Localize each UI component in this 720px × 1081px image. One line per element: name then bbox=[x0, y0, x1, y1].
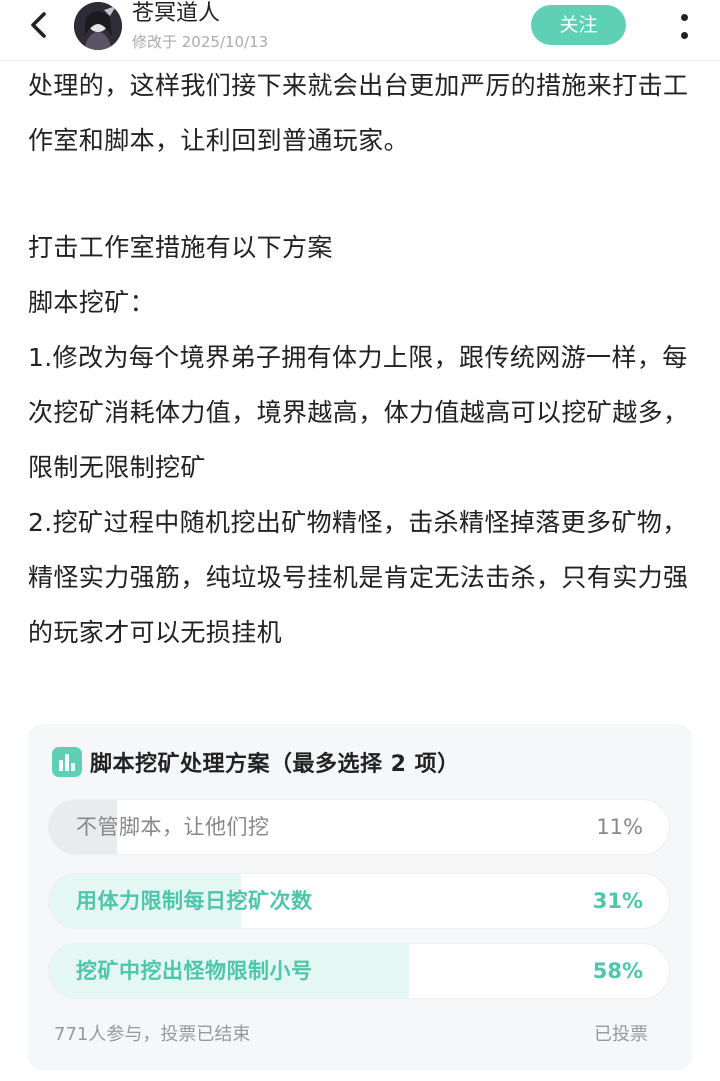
more-button[interactable] bbox=[672, 8, 698, 44]
chevron-left-icon bbox=[31, 12, 46, 38]
article-body: 处理的，这样我们接下来就会出台更加严厉的措施来打击工作室和脚本，让利回到普通玩家… bbox=[28, 58, 694, 660]
author-name[interactable]: 苍冥道人 bbox=[132, 0, 220, 28]
poll-option-label: 用体力限制每日挖矿次数 bbox=[76, 889, 313, 913]
poll-option[interactable]: 用体力限制每日挖矿次数 31% bbox=[48, 873, 670, 929]
article-paragraph: 2.挖矿过程中随机挖出矿物精怪，击杀精怪掉落更多矿物，精怪实力强筋，纯垃圾号挂机… bbox=[28, 508, 689, 647]
poll-option-percent: 58% bbox=[592, 959, 643, 983]
poll-option-percent: 11% bbox=[596, 815, 643, 839]
poll-title: 脚本挖矿处理方案（最多选择 2 项） bbox=[90, 752, 460, 777]
bar-chart-icon bbox=[52, 747, 82, 777]
poll-header: 脚本挖矿处理方案（最多选择 2 项） bbox=[52, 744, 460, 780]
avatar-image bbox=[74, 2, 122, 50]
back-button[interactable] bbox=[22, 8, 56, 42]
top-bar: 苍冥道人 修改于 2025/10/13 关注 bbox=[0, 0, 720, 61]
poll-option-label: 挖矿中挖出怪物限制小号 bbox=[76, 959, 313, 983]
poll-participants: 771人参与，投票已结束 bbox=[54, 1024, 251, 1045]
poll-option[interactable]: 不管脚本，让他们挖 11% bbox=[48, 799, 670, 855]
follow-button[interactable]: 关注 bbox=[531, 5, 626, 45]
modified-time: 修改于 2025/10/13 bbox=[132, 33, 269, 51]
avatar[interactable] bbox=[74, 2, 122, 50]
poll-status: 已投票 bbox=[594, 1024, 648, 1045]
poll-option-percent: 31% bbox=[592, 889, 643, 913]
poll-option[interactable]: 挖矿中挖出怪物限制小号 58% bbox=[48, 943, 670, 999]
article-paragraph: 1.修改为每个境界弟子拥有体力上限，跟传统网游一样，每次挖矿消耗体力值，境界越高… bbox=[28, 343, 689, 482]
article-paragraph: 处理的，这样我们接下来就会出台更加严厉的措施来打击工作室和脚本，让利回到普通玩家… bbox=[28, 71, 689, 155]
poll-option-label: 不管脚本，让他们挖 bbox=[76, 815, 270, 839]
poll-card: 脚本挖矿处理方案（最多选择 2 项） 不管脚本，让他们挖 11% 用体力限制每日… bbox=[28, 724, 692, 1070]
article-paragraph: 打击工作室措施有以下方案 bbox=[28, 233, 333, 262]
article-paragraph: 脚本挖矿： bbox=[28, 288, 156, 317]
